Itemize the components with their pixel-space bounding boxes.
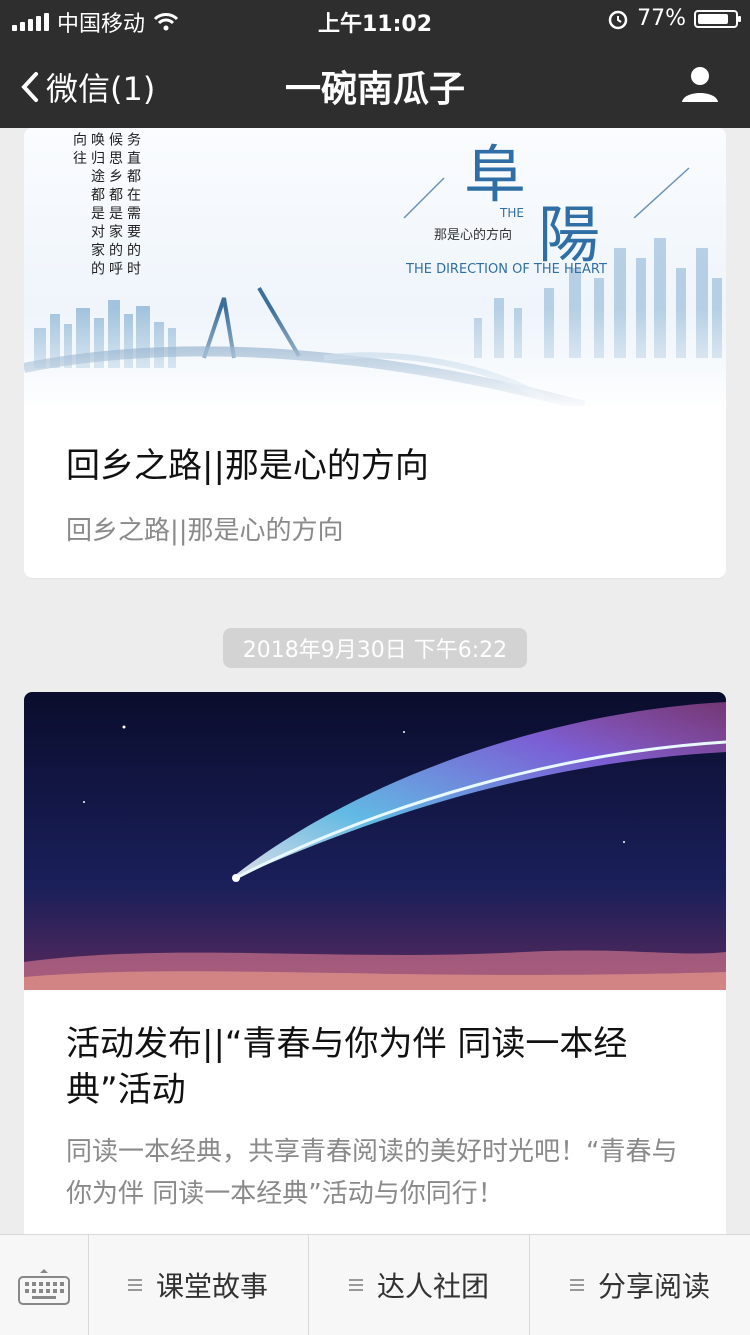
article-title: 回乡之路||那是心的方向 xyxy=(66,446,429,486)
menu-icon xyxy=(348,1279,363,1291)
article-card[interactable]: 活动发布||“青春与你为伴 同读一本经典”活动 同读一本经典，共享青春阅读的美好… xyxy=(24,692,726,1234)
article-card[interactable]: 务 直 都 在 需 要 的 时 候 思 乡 都 是 家 的 呼 唤 归 途 都 … xyxy=(24,128,726,578)
status-bar: 中国移动 上午11:02 77% xyxy=(0,0,750,40)
page-title: 一碗南瓜子 xyxy=(284,69,465,110)
alarm-icon xyxy=(608,10,628,29)
article-description: 回乡之路||那是心的方向 xyxy=(66,516,344,546)
battery-percent: 77% xyxy=(637,6,686,31)
cover-logo-en: THE DIRECTION OF THE HEART xyxy=(406,262,607,277)
menu-item-share-reading[interactable]: 分享阅读 xyxy=(530,1235,750,1335)
message-timestamp: 2018年9月30日 下午6:22 xyxy=(223,628,527,668)
menu-icon xyxy=(127,1279,142,1291)
cover-vertical-poem: 务 直 都 在 需 要 的 时 候 思 乡 都 是 家 的 呼 唤 归 途 都 … xyxy=(71,132,141,276)
user-icon[interactable] xyxy=(680,64,720,104)
message-list: 务 直 都 在 需 要 的 时 候 思 乡 都 是 家 的 呼 唤 归 途 都 … xyxy=(0,128,750,1234)
menu-item-classroom-stories[interactable]: 课堂故事 xyxy=(88,1235,309,1335)
menu-item-expert-club[interactable]: 达人社团 xyxy=(309,1235,530,1335)
navigation-bar: 微信(1) 一碗南瓜子 xyxy=(0,40,750,128)
article-cover-image: 务 直 都 在 需 要 的 时 候 思 乡 都 是 家 的 呼 唤 归 途 都 … xyxy=(24,128,726,406)
keyboard-toggle-button[interactable] xyxy=(0,1235,89,1335)
cover-logo-sub: 那是心的方向 xyxy=(434,228,513,243)
menu-item-label: 分享阅读 xyxy=(597,1270,710,1303)
menu-icon xyxy=(569,1279,584,1291)
top-bar: 中国移动 上午11:02 77% 微信(1) 一碗南瓜子 xyxy=(0,0,750,128)
menu-item-label: 课堂故事 xyxy=(155,1270,268,1303)
battery-icon xyxy=(694,9,741,28)
cover-logo-top: 阜 xyxy=(464,138,527,211)
menu-item-label: 达人社团 xyxy=(376,1270,489,1303)
cover-logo-the: THE xyxy=(500,206,524,220)
article-title: 活动发布||“青春与你为伴 同读一本经典”活动 xyxy=(66,1024,628,1110)
article-description: 同读一本经典，共享青春阅读的美好时光吧！“青春与你为伴 同读一本经典”活动与你同… xyxy=(66,1137,678,1209)
keyboard-icon xyxy=(18,1269,70,1305)
bottom-menu: 课堂故事 达人社团 分享阅读 xyxy=(0,1234,750,1335)
article-cover-image xyxy=(24,692,726,990)
cover-logo-bottom: 陽 xyxy=(538,198,601,271)
